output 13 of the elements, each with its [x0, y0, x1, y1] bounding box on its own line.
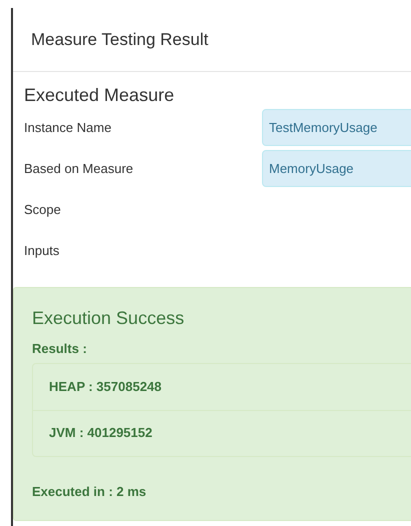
panel-title: Execution Success [32, 307, 186, 330]
execution-time: Executed in : 2 ms [32, 482, 148, 500]
field-label: Scope [24, 201, 62, 219]
field-label: Based on Measure [24, 160, 134, 178]
dialog-title: Measure Testing Result [31, 28, 208, 51]
field-label: Inputs [24, 242, 60, 260]
result-item: HEAP : 357085248 [48, 378, 163, 396]
field-value: TestMemoryUsage [262, 109, 411, 146]
section-title: Executed Measure [24, 84, 176, 107]
field-label: Instance Name [24, 119, 112, 137]
result-item: JVM : 401295152 [33, 410, 411, 456]
results-label: Results : [32, 340, 88, 358]
field-value: MemoryUsage [262, 150, 411, 187]
